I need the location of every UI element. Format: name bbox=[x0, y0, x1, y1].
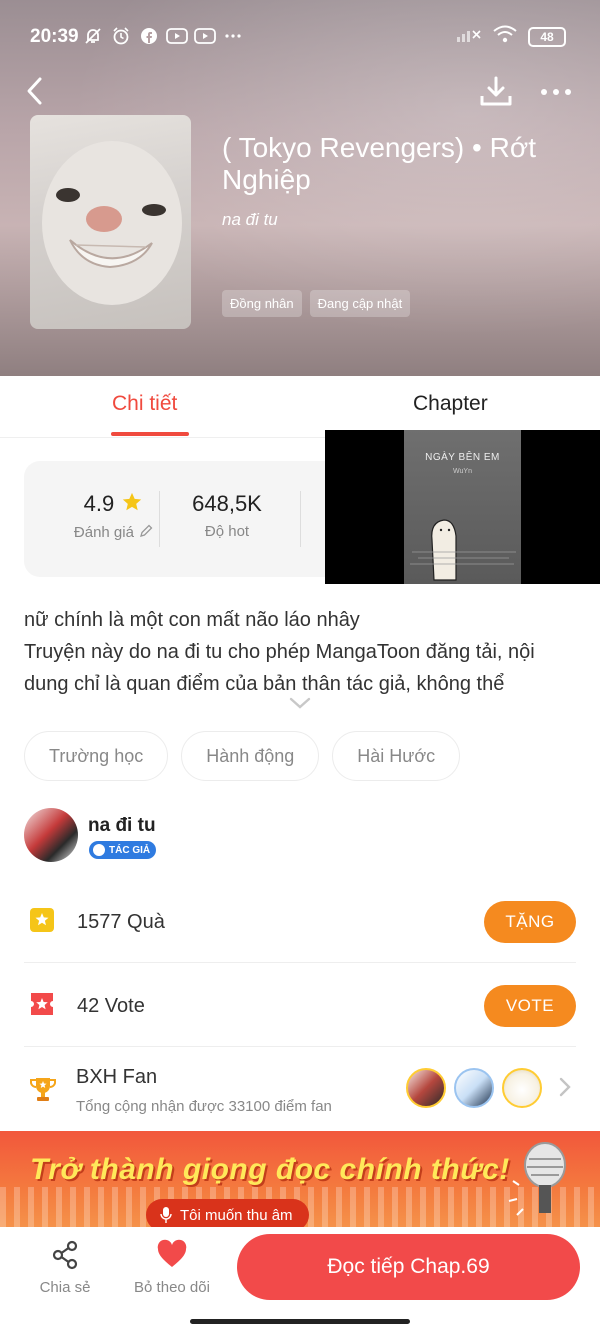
more-dots-icon bbox=[222, 25, 244, 47]
comic-author[interactable]: na đi tu bbox=[222, 210, 278, 230]
bell-off-icon bbox=[82, 25, 104, 47]
battery-level: 48 bbox=[540, 29, 554, 44]
author-badge: TÁC GIẢ bbox=[89, 841, 157, 859]
vote-row: 42 Vote VOTE bbox=[24, 965, 576, 1047]
floating-video-player[interactable]: NGÀY BÊN EM WuYn bbox=[325, 430, 600, 584]
vote-ticket-icon bbox=[31, 993, 53, 1015]
comic-header: 20:39 48 (Tokyo Revengers) • Rớt Nghiệp… bbox=[0, 0, 600, 376]
video-frame: NGÀY BÊN EM WuYn bbox=[404, 430, 521, 584]
star-icon bbox=[123, 492, 142, 511]
author-name: na đi tu bbox=[88, 815, 156, 836]
cover-art bbox=[42, 141, 182, 305]
signal-icon bbox=[456, 25, 482, 48]
wifi-icon bbox=[492, 24, 518, 49]
tab-chapter[interactable]: Chapter bbox=[413, 392, 488, 416]
download-icon bbox=[480, 76, 512, 106]
more-horizontal-icon bbox=[541, 89, 571, 95]
expand-description-button[interactable] bbox=[288, 695, 312, 711]
fan-avatar bbox=[502, 1068, 542, 1108]
tab-detail[interactable]: Chi tiết bbox=[112, 392, 177, 416]
edit-pencil-icon bbox=[140, 524, 153, 537]
description-line: nữ chính là một con mất não láo nhây bbox=[24, 609, 360, 631]
battery-indicator: 48 bbox=[528, 26, 566, 47]
vote-button[interactable]: VOTE bbox=[484, 985, 576, 1027]
system-status: 48 bbox=[456, 24, 566, 49]
download-button[interactable] bbox=[478, 74, 514, 110]
rating-label: Đánh giá bbox=[73, 524, 134, 541]
unfollow-button[interactable]: Bỏ theo dõi bbox=[127, 1239, 217, 1296]
youtube-icon bbox=[194, 25, 216, 47]
home-indicator[interactable] bbox=[190, 1319, 410, 1324]
hot-label: Độ hot bbox=[204, 523, 250, 540]
fan-ranking-title: BXH Fan bbox=[76, 1066, 158, 1088]
gift-count: 1577 Quà bbox=[77, 911, 165, 933]
comic-tags: Đồng nhân Đang cập nhật bbox=[222, 290, 411, 317]
gift-row: 1577 Quà TẶNG bbox=[24, 881, 576, 963]
gift-icon bbox=[30, 908, 54, 932]
heart-icon bbox=[157, 1239, 187, 1267]
record-button[interactable]: Tôi muốn thu âm bbox=[146, 1199, 309, 1227]
fan-avatar bbox=[454, 1068, 494, 1108]
banner-headline: Trở thành giọng đọc chính thức! bbox=[30, 1153, 510, 1186]
tag-fanfic[interactable]: Đồng nhân bbox=[222, 290, 302, 317]
fan-avatar bbox=[406, 1068, 446, 1108]
bottom-action-bar: Chia sẻ Bỏ theo dõi Đọc tiếp Chap.69 bbox=[0, 1227, 600, 1333]
author-avatar bbox=[24, 808, 78, 862]
voice-actor-banner[interactable]: Trở thành giọng đọc chính thức! Tôi muốn… bbox=[0, 1131, 600, 1227]
notification-icons bbox=[82, 25, 244, 47]
hot-stat: 648,5K Độ hot bbox=[162, 491, 292, 540]
mic-small-icon bbox=[160, 1207, 172, 1223]
top-navigation bbox=[0, 74, 600, 110]
youtube-icon bbox=[166, 25, 188, 47]
alarm-icon bbox=[110, 25, 132, 47]
record-button-label: Tôi muốn thu âm bbox=[180, 1206, 293, 1224]
stat-divider bbox=[159, 491, 160, 547]
stat-divider bbox=[300, 491, 301, 547]
continue-reading-button[interactable]: Đọc tiếp Chap.69 bbox=[237, 1234, 580, 1300]
more-options-button[interactable] bbox=[538, 80, 574, 104]
share-button[interactable]: Chia sẻ bbox=[20, 1239, 110, 1296]
comic-description: nữ chính là một con mất não láo nhây Tru… bbox=[24, 604, 584, 700]
genre-chip[interactable]: Hành động bbox=[181, 731, 320, 781]
tag-status: Đang cập nhật bbox=[309, 290, 411, 317]
status-time: 20:39 bbox=[30, 26, 79, 47]
chevron-right-icon bbox=[559, 1077, 571, 1097]
unfollow-label: Bỏ theo dõi bbox=[134, 1279, 210, 1296]
facebook-icon bbox=[138, 25, 160, 47]
back-arrow-icon bbox=[27, 77, 42, 105]
comic-title: ( Tokyo Revengers) • Rớt Nghiệp bbox=[222, 132, 536, 195]
chevron-down-icon bbox=[289, 697, 311, 709]
verified-icon bbox=[93, 844, 105, 856]
author-card[interactable]: na đi tu TÁC GIẢ bbox=[24, 808, 584, 868]
share-icon bbox=[52, 1240, 78, 1270]
status-bar: 20:39 48 bbox=[0, 0, 600, 74]
comic-cover-image bbox=[30, 115, 191, 329]
fan-ranking-subtitle: Tổng cộng nhận được 33100 điểm fan bbox=[76, 1098, 332, 1115]
active-tab-indicator bbox=[111, 432, 189, 436]
genre-chip[interactable]: Hài Hước bbox=[332, 731, 461, 781]
video-illustration bbox=[410, 519, 516, 581]
top-fan-avatars bbox=[406, 1068, 542, 1108]
genre-chip[interactable]: Trường học bbox=[24, 731, 169, 781]
description-line: Truyện này do na đi tu cho phép MangaToo… bbox=[24, 641, 535, 663]
microphone-icon bbox=[508, 1142, 566, 1216]
give-gift-button[interactable]: TẶNG bbox=[484, 901, 576, 943]
vote-count: 42 Vote bbox=[77, 995, 145, 1017]
trophy-icon bbox=[30, 1078, 56, 1101]
back-button[interactable] bbox=[20, 74, 50, 108]
genre-list: Trường học Hành động Hài Hước bbox=[24, 731, 461, 781]
author-badge-label: TÁC GIẢ bbox=[109, 844, 151, 856]
share-label: Chia sẻ bbox=[39, 1279, 91, 1296]
hot-value: 648,5K bbox=[192, 491, 262, 516]
rating-value: 4.9 bbox=[83, 491, 115, 516]
fan-ranking-row[interactable]: BXH Fan Tổng cộng nhận được 33100 điểm f… bbox=[24, 1050, 576, 1128]
tab-bar: Chi tiết Chapter bbox=[0, 376, 600, 438]
